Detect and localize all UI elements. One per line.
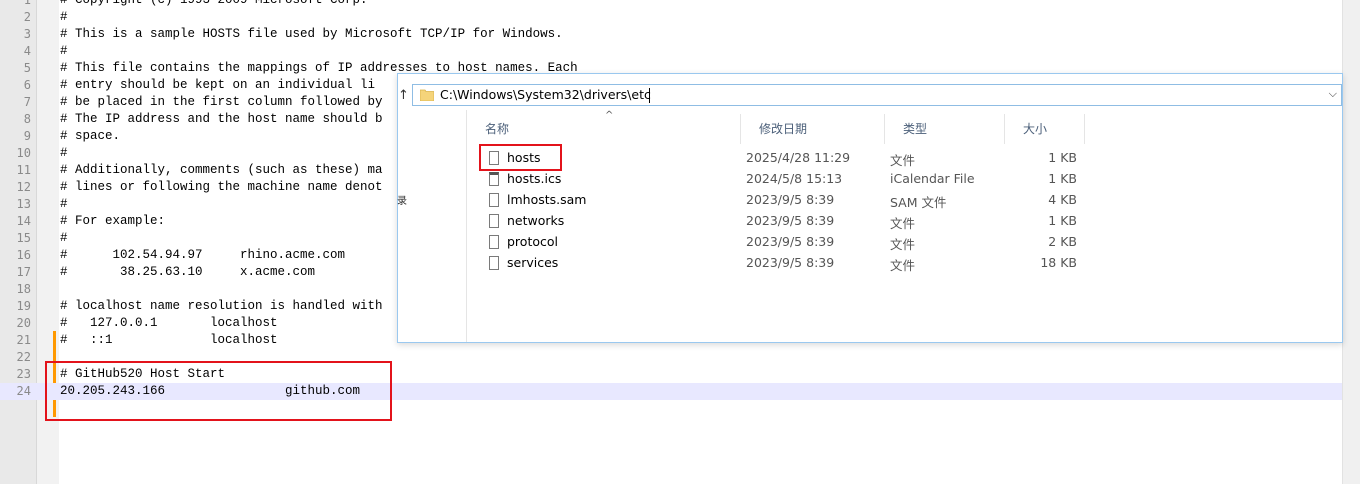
line-number: 17 — [16, 265, 31, 279]
line-number: 7 — [23, 95, 31, 109]
line-text[interactable]: # entry should be kept on an individual … — [60, 77, 375, 94]
file-type: iCalendar File — [890, 171, 975, 186]
line-text[interactable]: # For example: — [60, 213, 165, 230]
file-explorer-window: ↑ C:\Windows\System32\drivers\etc ⌵ ^ 名称… — [397, 73, 1343, 343]
line-text[interactable]: # Copyright (c) 1993-2009 Microsoft Corp… — [60, 0, 368, 9]
line-text[interactable]: # Additionally, comments (such as these)… — [60, 162, 383, 179]
file-size: 1 KB — [1048, 150, 1077, 165]
navigation-pane[interactable] — [398, 110, 467, 342]
line-text[interactable]: # space. — [60, 128, 120, 145]
file-type: 文件 — [890, 258, 916, 273]
line-number: 16 — [16, 248, 31, 262]
file-row[interactable]: protocol 2023/9/5 8:39 文件 2 KB — [467, 232, 1347, 253]
column-header-size[interactable]: 大小 — [1005, 114, 1085, 144]
line-text[interactable]: # — [60, 43, 68, 60]
line-text[interactable]: # The IP address and the host name shoul… — [60, 111, 383, 128]
line-text[interactable]: # — [60, 196, 68, 213]
line-number: 12 — [16, 180, 31, 194]
line-text[interactable]: # — [60, 230, 68, 247]
file-icon — [489, 214, 499, 228]
address-bar[interactable]: C:\Windows\System32\drivers\etc ⌵ — [412, 84, 1342, 106]
column-header-type[interactable]: 类型 — [885, 114, 1005, 144]
editor-line[interactable]: 4 # — [0, 43, 1343, 60]
column-header-name[interactable]: 名称 — [467, 114, 741, 144]
address-path[interactable]: C:\Windows\System32\drivers\etc — [440, 87, 651, 102]
column-header-date[interactable]: 修改日期 — [741, 114, 885, 144]
line-number: 11 — [16, 163, 31, 177]
editor-line[interactable]: 1 # Copyright (c) 1993-2009 Microsoft Cor… — [0, 0, 1343, 9]
line-number: 4 — [23, 44, 31, 58]
file-date: 2023/9/5 8:39 — [746, 192, 835, 207]
file-date: 2024/5/8 15:13 — [746, 171, 843, 186]
file-icon — [489, 256, 499, 270]
file-date: 2023/9/5 8:39 — [746, 213, 835, 228]
line-number: 23 — [16, 367, 31, 381]
file-row[interactable]: hosts 2025/4/28 11:29 文件 1 KB — [467, 148, 1347, 169]
file-type: 文件 — [890, 216, 916, 231]
file-size: 1 KB — [1048, 171, 1077, 186]
text-caret — [649, 88, 650, 103]
line-number: 3 — [23, 27, 31, 41]
line-text[interactable]: # — [60, 9, 68, 26]
line-text[interactable]: # 127.0.0.1 localhost — [60, 315, 278, 332]
line-number: 10 — [16, 146, 31, 160]
file-row[interactable]: services 2023/9/5 8:39 文件 18 KB — [467, 253, 1347, 274]
file-type: 文件 — [890, 153, 916, 168]
file-name: services — [507, 255, 559, 270]
line-text[interactable]: # This is a sample HOSTS file used by Mi… — [60, 26, 563, 43]
file-row[interactable]: hosts.ics 2024/5/8 15:13 iCalendar File 1 K… — [467, 169, 1347, 190]
line-text[interactable]: # lines or following the machine name de… — [60, 179, 383, 196]
file-type: 文件 — [890, 237, 916, 252]
file-name: hosts.ics — [507, 171, 562, 186]
line-number: 13 — [16, 197, 31, 211]
file-name: lmhosts.sam — [507, 192, 587, 207]
clipped-text-fragment: 录 — [397, 196, 407, 207]
line-number: 9 — [23, 129, 31, 143]
file-list: hosts 2025/4/28 11:29 文件 1 KB hosts.ics 2024/… — [467, 148, 1347, 274]
line-number: 22 — [16, 350, 31, 364]
file-date: 2023/9/5 8:39 — [746, 255, 835, 270]
line-number: 24 — [16, 384, 31, 398]
file-size: 18 KB — [1040, 255, 1077, 270]
line-number: 6 — [23, 78, 31, 92]
line-number: 21 — [16, 333, 31, 347]
line-text[interactable]: # 38.25.63.10 x.acme.com — [60, 264, 315, 281]
line-number: 18 — [16, 282, 31, 296]
file-icon — [489, 193, 499, 207]
chevron-down-icon[interactable]: ⌵ — [1329, 87, 1337, 101]
file-size: 4 KB — [1048, 192, 1077, 207]
file-size: 2 KB — [1048, 234, 1077, 249]
file-size: 1 KB — [1048, 213, 1077, 228]
editor-line[interactable]: 2 # — [0, 9, 1343, 26]
line-number: 14 — [16, 214, 31, 228]
file-icon — [489, 235, 499, 249]
annotation-box-hosts-file — [479, 144, 562, 171]
line-number: 5 — [23, 61, 31, 75]
line-text[interactable]: # 102.54.94.97 rhino.acme.com — [60, 247, 345, 264]
file-type: SAM 文件 — [890, 195, 947, 210]
column-headers: 名称 修改日期 类型 大小 — [467, 114, 1347, 144]
file-date: 2025/4/28 11:29 — [746, 150, 851, 165]
editor-line[interactable]: 3 # This is a sample HOSTS file used by M… — [0, 26, 1343, 43]
line-text[interactable]: # be placed in the first column followed… — [60, 94, 383, 111]
file-name: networks — [507, 213, 565, 228]
line-text[interactable]: # ::1 localhost — [60, 332, 278, 349]
folder-icon — [420, 89, 434, 101]
file-name: protocol — [507, 234, 558, 249]
line-number: 2 — [23, 10, 31, 24]
line-number: 15 — [16, 231, 31, 245]
file-row[interactable]: networks 2023/9/5 8:39 文件 1 KB — [467, 211, 1347, 232]
file-icon — [489, 172, 499, 186]
file-row[interactable]: lmhosts.sam 2023/9/5 8:39 SAM 文件 4 KB — [467, 190, 1347, 211]
annotation-box-github-hosts — [45, 361, 392, 421]
line-number: 8 — [23, 112, 31, 126]
up-arrow-icon[interactable]: ↑ — [398, 88, 409, 103]
line-number: 20 — [16, 316, 31, 330]
file-date: 2023/9/5 8:39 — [746, 234, 835, 249]
line-number: 19 — [16, 299, 31, 313]
line-number: 1 — [23, 0, 31, 7]
line-text[interactable]: # localhost name resolution is handled w… — [60, 298, 383, 315]
line-text[interactable]: # — [60, 145, 68, 162]
